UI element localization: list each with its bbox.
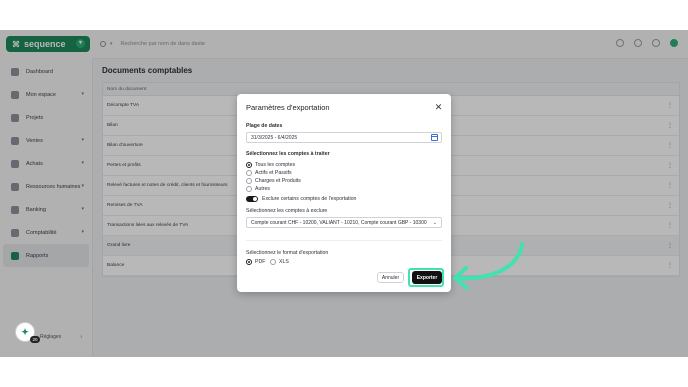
dialog-title: Paramètres d'exportation <box>246 103 330 112</box>
radio-button[interactable] <box>270 259 276 265</box>
exclude-accounts-toggle-label: Exclure certains comptes de l'exportatio… <box>262 196 357 202</box>
radio-charges-products[interactable]: Charges et Produits <box>246 178 301 184</box>
format-label: Sélectionnez le format d'exportation <box>246 250 329 256</box>
exclude-accounts-toggle[interactable] <box>246 196 258 202</box>
export-button[interactable]: Exporter <box>412 271 442 284</box>
chevron-down-icon: ⌄ <box>432 220 437 226</box>
radio-assets-liabilities[interactable]: Actifs et Passifs <box>246 170 292 176</box>
radio-all-accounts[interactable]: Tous les comptes <box>246 162 295 168</box>
exclude-select-value: Compte courant CHF - 10200, VALIANT - 10… <box>251 219 427 226</box>
radio-button[interactable] <box>246 170 252 176</box>
cancel-button[interactable]: Annuler <box>377 272 404 283</box>
radio-label: XLS <box>279 259 289 265</box>
radio-button[interactable] <box>246 186 252 192</box>
radio-button[interactable] <box>246 259 252 265</box>
exclude-accounts-select[interactable]: Compte courant CHF - 10200, VALIANT - 10… <box>246 217 442 228</box>
date-range-label: Plage de dates <box>246 123 283 129</box>
radio-others[interactable]: Autres <box>246 186 270 192</box>
export-settings-dialog: Paramètres d'exportation ✕ Plage de date… <box>237 94 451 292</box>
radio-label: Autres <box>255 186 270 192</box>
radio-format-xls[interactable]: XLS <box>270 259 289 265</box>
accounts-label: Sélectionnez les comptes à traiter <box>246 151 330 157</box>
radio-button[interactable] <box>246 162 252 168</box>
radio-label: PDF <box>255 259 266 265</box>
exclude-select-label: Sélectionnez les comptes à exclure <box>246 208 328 214</box>
date-range-value: 31/3/2025 - 6/4/2025 <box>251 134 298 141</box>
radio-button[interactable] <box>246 178 252 184</box>
divider <box>246 240 442 241</box>
close-icon[interactable]: ✕ <box>434 103 443 112</box>
radio-label: Tous les comptes <box>255 162 296 168</box>
radio-format-pdf[interactable]: PDF <box>246 259 265 265</box>
notification-badge: 20 <box>30 336 40 343</box>
date-range-input[interactable]: 31/3/2025 - 6/4/2025 <box>246 132 442 143</box>
radio-label: Actifs et Passifs <box>255 170 292 176</box>
pointer-arrow-annotation <box>453 242 524 290</box>
calendar-icon[interactable] <box>431 134 438 141</box>
radio-label: Charges et Produits <box>255 178 301 184</box>
